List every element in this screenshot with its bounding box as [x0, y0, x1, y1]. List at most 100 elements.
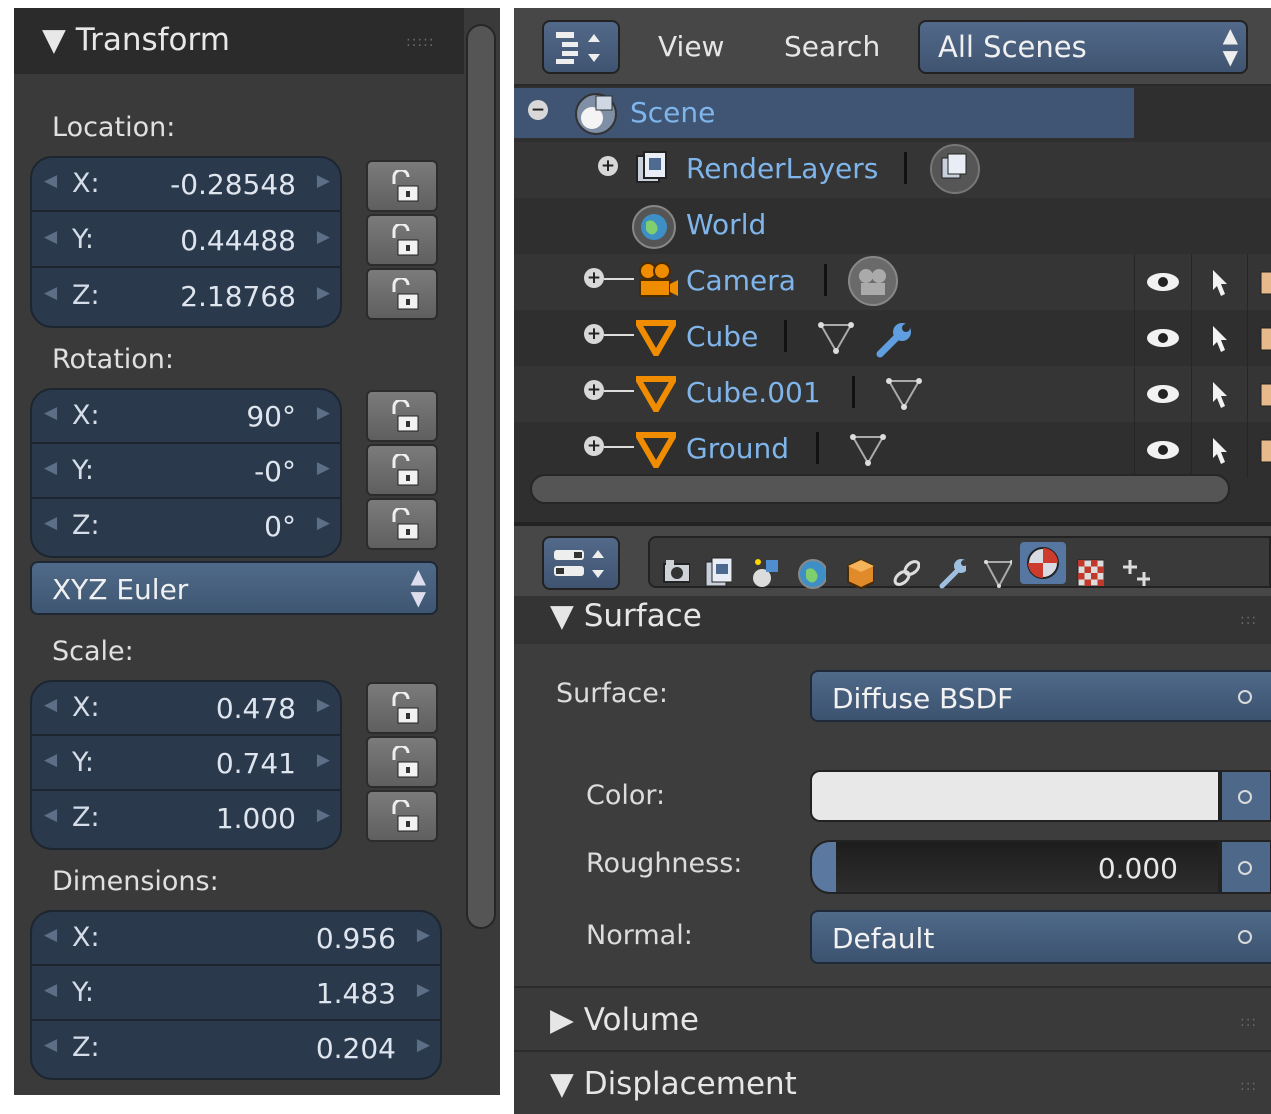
decrement-arrow-icon[interactable]: ◀: [44, 283, 57, 303]
mesh-data-icon[interactable]: [818, 322, 854, 354]
display-mode-dropdown[interactable]: All Scenes ▲ ▼: [918, 20, 1248, 74]
lock-scale-y-button[interactable]: [366, 736, 438, 788]
increment-arrow-icon[interactable]: ▶: [317, 750, 330, 770]
expand-toggle-icon[interactable]: +: [584, 268, 604, 288]
decrement-arrow-icon[interactable]: ◀: [44, 513, 57, 533]
search-menu[interactable]: Search: [784, 30, 880, 63]
visibility-eye-icon[interactable]: [1145, 326, 1181, 350]
increment-arrow-icon[interactable]: ▶: [317, 513, 330, 533]
volume-panel-header[interactable]: ▶ Volume :::: [514, 986, 1271, 1050]
decrement-arrow-icon[interactable]: ◀: [44, 403, 57, 423]
editor-type-button[interactable]: [542, 20, 620, 74]
render-camera-icon[interactable]: [1259, 268, 1271, 298]
decrement-arrow-icon[interactable]: ◀: [44, 695, 57, 715]
expand-toggle-icon[interactable]: +: [584, 436, 604, 456]
decrement-arrow-icon[interactable]: ◀: [44, 171, 57, 191]
outliner-row-cube[interactable]: + Cube: [514, 310, 1271, 366]
decrement-arrow-icon[interactable]: ◀: [44, 750, 57, 770]
dimensions-y-field[interactable]: ◀ Y: 1.483 ▶: [32, 967, 440, 1021]
decrement-arrow-icon[interactable]: ◀: [44, 1035, 57, 1055]
dimensions-x-field[interactable]: ◀ X: 0.956 ▶: [32, 912, 440, 966]
object-icon[interactable]: [844, 552, 874, 594]
normal-dropdown[interactable]: Default: [810, 910, 1271, 964]
lock-rotation-x-button[interactable]: [366, 390, 438, 442]
visibility-eye-icon[interactable]: [1145, 270, 1181, 294]
render-layers-icon[interactable]: [702, 552, 732, 594]
increment-arrow-icon[interactable]: ▶: [317, 695, 330, 715]
mesh-data-icon[interactable]: [850, 434, 886, 466]
increment-arrow-icon[interactable]: ▶: [417, 980, 430, 1000]
camera-data-icon[interactable]: [846, 256, 902, 306]
panel-grip-icon[interactable]: :::::: [406, 34, 435, 50]
location-x-field[interactable]: ◀ X: -0.28548 ▶: [32, 158, 340, 212]
lock-scale-z-button[interactable]: [366, 790, 438, 842]
rotation-mode-dropdown[interactable]: XYZ Euler ▲ ▼: [30, 561, 438, 615]
outliner-row-scene[interactable]: − Scene: [514, 86, 1271, 142]
surface-shader-dropdown[interactable]: Diffuse BSDF: [810, 670, 1271, 722]
lock-scale-x-button[interactable]: [366, 682, 438, 734]
constraints-icon[interactable]: [890, 552, 920, 594]
world-icon[interactable]: [796, 552, 826, 594]
lock-rotation-z-button[interactable]: [366, 498, 438, 550]
render-camera-icon[interactable]: [1259, 436, 1271, 466]
roughness-slider[interactable]: 0.000: [810, 840, 1220, 894]
panel-grip-icon[interactable]: :::: [1240, 612, 1257, 628]
increment-arrow-icon[interactable]: ▶: [317, 403, 330, 423]
decrement-arrow-icon[interactable]: ◀: [44, 227, 57, 247]
dimensions-z-field[interactable]: ◀ Z: 0.204 ▶: [32, 1022, 440, 1076]
mesh-data-icon[interactable]: [886, 378, 922, 410]
collapse-toggle-icon[interactable]: −: [528, 100, 548, 120]
rotation-y-field[interactable]: ◀ Y: -0° ▶: [32, 445, 340, 499]
increment-arrow-icon[interactable]: ▶: [317, 458, 330, 478]
select-cursor-icon[interactable]: [1211, 380, 1231, 410]
increment-arrow-icon[interactable]: ▶: [317, 227, 330, 247]
expand-toggle-icon[interactable]: +: [598, 156, 618, 176]
render-icon[interactable]: [660, 552, 690, 594]
color-swatch[interactable]: [810, 770, 1220, 822]
view-menu[interactable]: View: [658, 30, 724, 63]
lock-location-x-button[interactable]: [366, 160, 438, 212]
lock-rotation-y-button[interactable]: [366, 444, 438, 496]
panel-grip-icon[interactable]: :::: [1240, 1014, 1257, 1030]
location-y-field[interactable]: ◀ Y: 0.44488 ▶: [32, 214, 340, 268]
visibility-eye-icon[interactable]: [1145, 438, 1181, 462]
decrement-arrow-icon[interactable]: ◀: [44, 925, 57, 945]
outliner-row-renderlayers[interactable]: + RenderLayers: [514, 142, 1271, 198]
color-socket-button[interactable]: [1220, 770, 1271, 822]
expand-toggle-icon[interactable]: +: [584, 324, 604, 344]
decrement-arrow-icon[interactable]: ◀: [44, 458, 57, 478]
increment-arrow-icon[interactable]: ▶: [317, 805, 330, 825]
outliner-row-cube-001[interactable]: + Cube.001: [514, 366, 1271, 422]
horizontal-scrollbar[interactable]: [530, 474, 1230, 504]
roughness-socket-button[interactable]: [1220, 840, 1271, 894]
scene-icon[interactable]: [750, 552, 780, 594]
decrement-arrow-icon[interactable]: ◀: [44, 980, 57, 1000]
outliner-row-ground[interactable]: + Ground: [514, 422, 1271, 478]
vertical-scrollbar[interactable]: [466, 24, 496, 929]
location-z-field[interactable]: ◀ Z: 2.18768 ▶: [32, 270, 340, 324]
select-cursor-icon[interactable]: [1211, 436, 1231, 466]
expand-toggle-icon[interactable]: +: [584, 380, 604, 400]
render-camera-icon[interactable]: [1259, 380, 1271, 410]
lock-location-y-button[interactable]: [366, 214, 438, 266]
select-cursor-icon[interactable]: [1211, 324, 1231, 354]
surface-panel-header[interactable]: ▼ Surface :::: [514, 596, 1271, 644]
modifiers-icon[interactable]: [936, 552, 966, 594]
select-cursor-icon[interactable]: [1211, 268, 1231, 298]
particles-icon[interactable]: [1120, 552, 1150, 594]
displacement-panel-header[interactable]: ▼ Displacement :::: [514, 1050, 1271, 1114]
data-icon[interactable]: [982, 552, 1012, 594]
outliner-row-world[interactable]: World: [514, 198, 1271, 254]
increment-arrow-icon[interactable]: ▶: [417, 925, 430, 945]
scale-z-field[interactable]: ◀ Z: 1.000 ▶: [32, 792, 340, 846]
lock-location-z-button[interactable]: [366, 268, 438, 320]
modifier-wrench-icon[interactable]: [874, 320, 914, 358]
increment-arrow-icon[interactable]: ▶: [317, 171, 330, 191]
decrement-arrow-icon[interactable]: ◀: [44, 805, 57, 825]
rotation-x-field[interactable]: ◀ X: 90° ▶: [32, 390, 340, 444]
render-layer-data-icon[interactable]: [928, 144, 984, 194]
increment-arrow-icon[interactable]: ▶: [417, 1035, 430, 1055]
texture-icon[interactable]: [1074, 552, 1104, 594]
panel-grip-icon[interactable]: :::: [1240, 1078, 1257, 1094]
scale-y-field[interactable]: ◀ Y: 0.741 ▶: [32, 737, 340, 791]
